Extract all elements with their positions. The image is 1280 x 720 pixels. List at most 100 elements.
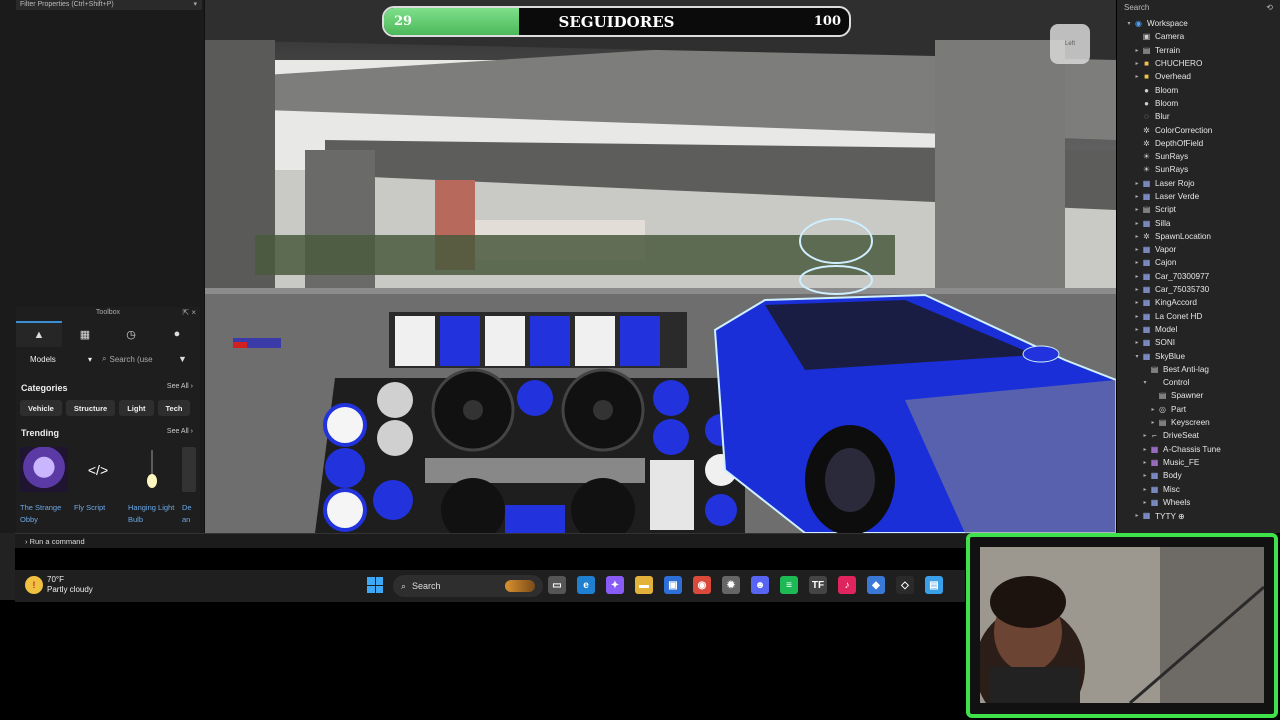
explorer-item[interactable]: ▸ ▦ SONI bbox=[1117, 336, 1280, 349]
filter-icon[interactable]: ▼ bbox=[178, 354, 187, 364]
explorer-item[interactable]: ▸ ◎ Part bbox=[1117, 403, 1280, 416]
trending-item[interactable]: </> Fly Script bbox=[74, 447, 122, 526]
explorer-item[interactable]: ▸ ■ CHUCHERO bbox=[1117, 57, 1280, 70]
explorer-item[interactable]: ▸ ▦ Laser Rojo bbox=[1117, 177, 1280, 190]
collapsed-arrow-icon[interactable]: ▸ bbox=[1149, 406, 1157, 413]
trending-item[interactable]: De an bbox=[182, 447, 196, 526]
trending-item[interactable]: Hanging Light Bulb bbox=[128, 447, 176, 526]
explorer-item[interactable]: ▸ ▦ Model bbox=[1117, 323, 1280, 336]
collapsed-arrow-icon[interactable]: ▸ bbox=[1133, 180, 1141, 187]
collapsed-arrow-icon[interactable]: ▸ bbox=[1133, 73, 1141, 80]
explorer-item[interactable]: ▾ Control bbox=[1117, 376, 1280, 389]
expanded-arrow-icon[interactable]: ▾ bbox=[1141, 379, 1149, 386]
explorer-item[interactable]: ☀ SunRays bbox=[1117, 163, 1280, 176]
view-selector-cube[interactable]: Left bbox=[1050, 24, 1090, 64]
collapsed-arrow-icon[interactable]: ▸ bbox=[1133, 512, 1141, 519]
explorer-item[interactable]: ▸ ▦ Music_FE bbox=[1117, 456, 1280, 469]
roblox-studio-icon[interactable]: ◇ bbox=[896, 576, 914, 594]
weather-widget[interactable]: ! 70°F Partly cloudy bbox=[25, 575, 93, 595]
file-explorer-icon[interactable]: ▬ bbox=[635, 576, 653, 594]
explorer-item[interactable]: ▸ ▦ La Conet HD bbox=[1117, 310, 1280, 323]
collapsed-arrow-icon[interactable]: ▸ bbox=[1133, 339, 1141, 346]
explorer-item[interactable]: ▸ ▦ Vapor bbox=[1117, 243, 1280, 256]
collapsed-arrow-icon[interactable]: ▸ bbox=[1141, 446, 1149, 453]
collapsed-arrow-icon[interactable]: ▸ bbox=[1133, 233, 1141, 240]
explorer-item[interactable]: ▸ ▦ Car_70300977 bbox=[1117, 270, 1280, 283]
explorer-item[interactable]: ◌ Blur bbox=[1117, 110, 1280, 123]
copilot-icon[interactable]: ✦ bbox=[606, 576, 624, 594]
taskbar-search[interactable]: ⌕ Search bbox=[393, 575, 543, 597]
explorer-item[interactable]: ✲ ColorCorrection bbox=[1117, 123, 1280, 136]
explorer-item[interactable]: ▾ ▦ SkyBlue bbox=[1117, 349, 1280, 362]
explorer-item[interactable]: ▸ ▦ TYTY ⊕ bbox=[1117, 509, 1280, 522]
explorer-item[interactable]: ☀ SunRays bbox=[1117, 150, 1280, 163]
explorer-item[interactable]: ▸ ▦ Laser Verde bbox=[1117, 190, 1280, 203]
explorer-item[interactable]: ▸ ▦ Car_75035730 bbox=[1117, 283, 1280, 296]
models-dropdown[interactable]: Models ▾ bbox=[20, 352, 96, 366]
collapsed-arrow-icon[interactable]: ▸ bbox=[1133, 246, 1141, 253]
collapsed-arrow-icon[interactable]: ▸ bbox=[1133, 220, 1141, 227]
collapsed-arrow-icon[interactable]: ▸ bbox=[1133, 60, 1141, 67]
categories-see-all-link[interactable]: See All › bbox=[167, 383, 193, 393]
explorer-item[interactable]: ▸ ▤ Terrain bbox=[1117, 44, 1280, 57]
explorer-item[interactable]: ● Bloom bbox=[1117, 83, 1280, 96]
explorer-item[interactable]: ▸ ▦ A-Chassis Tune bbox=[1117, 443, 1280, 456]
close-icon[interactable]: × bbox=[191, 308, 196, 317]
collapsed-arrow-icon[interactable]: ▸ bbox=[1133, 326, 1141, 333]
explorer-item[interactable]: ▤ Spawner bbox=[1117, 389, 1280, 402]
collapsed-arrow-icon[interactable]: ▸ bbox=[1133, 206, 1141, 213]
explorer-item[interactable]: ▸ ▤ Script bbox=[1117, 203, 1280, 216]
explorer-item[interactable]: ▸ ▦ KingAccord bbox=[1117, 296, 1280, 309]
edge-icon[interactable]: e bbox=[577, 576, 595, 594]
collapsed-arrow-icon[interactable]: ▸ bbox=[1133, 193, 1141, 200]
command-bar-input[interactable]: › Run a command bbox=[15, 533, 1117, 548]
store-icon[interactable]: ▣ bbox=[664, 576, 682, 594]
explorer-item[interactable]: ▸ ■ Overhead bbox=[1117, 70, 1280, 83]
explorer-item[interactable]: ▸ ⌐ DriveSeat bbox=[1117, 429, 1280, 442]
trending-item[interactable]: The Strange Obby bbox=[20, 447, 68, 526]
roblox-icon[interactable]: ◆ bbox=[867, 576, 885, 594]
explorer-item[interactable]: ▸ ▦ Cajon bbox=[1117, 256, 1280, 269]
settings-icon[interactable]: ✹ bbox=[722, 576, 740, 594]
chrome-icon[interactable]: ◉ bbox=[693, 576, 711, 594]
popout-icon[interactable]: ⇱ bbox=[182, 308, 189, 317]
trending-see-all-link[interactable]: See All › bbox=[167, 428, 193, 438]
history-icon[interactable]: ⟲ bbox=[1266, 3, 1273, 12]
explorer-item[interactable]: ▸ ▦ Silla bbox=[1117, 216, 1280, 229]
explorer-item[interactable]: ▸ ▦ Body bbox=[1117, 469, 1280, 482]
explorer-item[interactable]: ▤ Best Anti-lag bbox=[1117, 363, 1280, 376]
explorer-item[interactable]: ▸ ▦ Wheels bbox=[1117, 496, 1280, 509]
tf-icon[interactable]: TF bbox=[809, 576, 827, 594]
category-pill-light[interactable]: Light bbox=[119, 400, 154, 416]
explorer-item[interactable]: ▣ Camera bbox=[1117, 30, 1280, 43]
filter-properties-input[interactable]: Filter Properties (Ctrl+Shift+P) ▾ bbox=[16, 0, 202, 10]
explorer-item[interactable]: ▸ ▦ Misc bbox=[1117, 482, 1280, 495]
toolbox-search-input[interactable]: ⌕ Search (use bbox=[102, 352, 172, 366]
collapsed-arrow-icon[interactable]: ▸ bbox=[1133, 259, 1141, 266]
explorer-item[interactable]: ▸ ▤ Keyscreen bbox=[1117, 416, 1280, 429]
discord-icon[interactable]: ☻ bbox=[751, 576, 769, 594]
tiktok-icon[interactable]: ♪ bbox=[838, 576, 856, 594]
category-pill-vehicle[interactable]: Vehicle bbox=[20, 400, 62, 416]
explorer-item[interactable]: ✲ DepthOfField bbox=[1117, 137, 1280, 150]
spotify-icon[interactable]: ≡ bbox=[780, 576, 798, 594]
collapsed-arrow-icon[interactable]: ▸ bbox=[1133, 286, 1141, 293]
collapsed-arrow-icon[interactable]: ▸ bbox=[1149, 419, 1157, 426]
tab-marketplace[interactable]: ▦ bbox=[62, 321, 108, 347]
tab-creations[interactable]: ● bbox=[154, 321, 200, 347]
collapsed-arrow-icon[interactable]: ▸ bbox=[1133, 299, 1141, 306]
collapsed-arrow-icon[interactable]: ▸ bbox=[1141, 499, 1149, 506]
category-pill-tech[interactable]: Tech bbox=[157, 400, 191, 416]
explorer-item[interactable]: ● Bloom bbox=[1117, 97, 1280, 110]
collapsed-arrow-icon[interactable]: ▸ bbox=[1141, 459, 1149, 466]
game-viewport[interactable]: 29 SEGUIDORES 100 Left bbox=[205, 0, 1116, 533]
explorer-item[interactable]: ▸ ✲ SpawnLocation bbox=[1117, 230, 1280, 243]
notepad-icon[interactable]: ▤ bbox=[925, 576, 943, 594]
tab-recent[interactable]: ◷ bbox=[108, 321, 154, 347]
tab-inventory[interactable]: ▲ bbox=[16, 321, 62, 347]
chevron-down-icon[interactable]: ▾ bbox=[193, 0, 197, 10]
category-pill-structure[interactable]: Structure bbox=[65, 400, 116, 416]
collapsed-arrow-icon[interactable]: ▸ bbox=[1141, 432, 1149, 439]
explorer-search-input[interactable]: Search ⟲ bbox=[1121, 1, 1276, 14]
collapsed-arrow-icon[interactable]: ▸ bbox=[1141, 472, 1149, 479]
